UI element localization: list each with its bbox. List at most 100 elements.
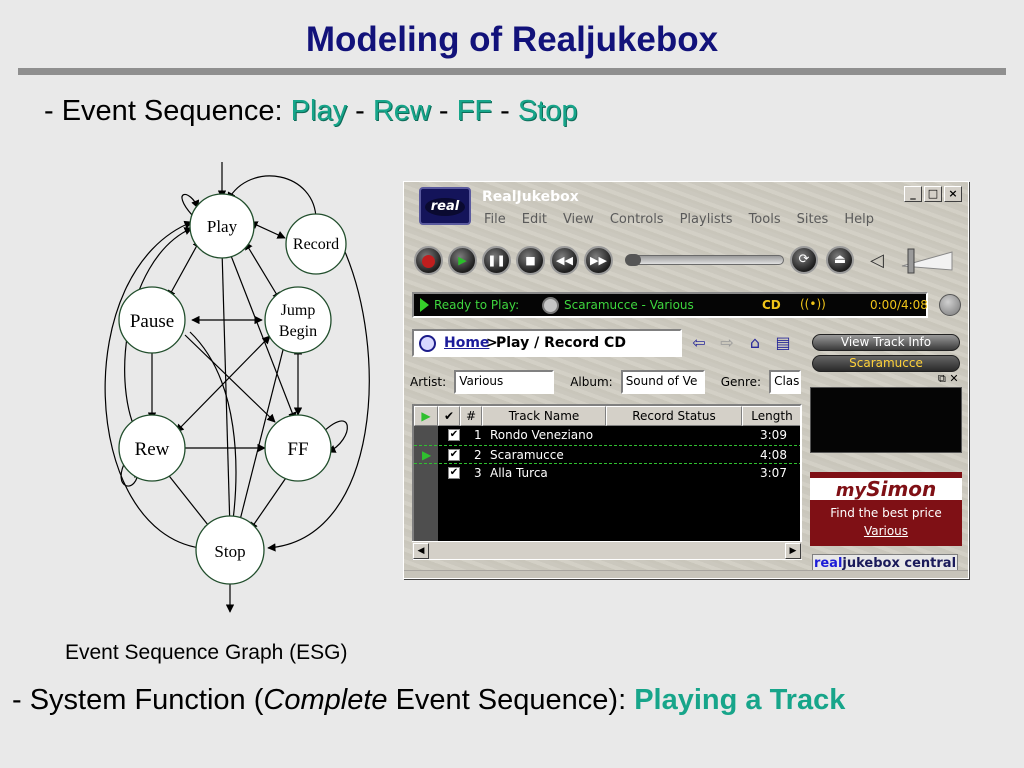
minimize-button[interactable]: _ bbox=[904, 186, 922, 202]
panel-window-controls[interactable]: ⧉ ✕ bbox=[938, 372, 959, 386]
event-separator: - bbox=[347, 95, 373, 127]
scroll-left-icon[interactable]: ◀ bbox=[413, 543, 429, 559]
list-view-icon[interactable]: ▤ bbox=[772, 332, 794, 354]
window-title: RealJukebox bbox=[482, 189, 579, 205]
edge-rew-stop bbox=[165, 471, 213, 531]
table-row[interactable]: ▶ ✔ 2 Scaramucce 4:08 bbox=[414, 445, 800, 464]
node-record-label: Record bbox=[293, 236, 339, 253]
menu-tools[interactable]: Tools bbox=[749, 212, 781, 227]
node-pause-label: Pause bbox=[130, 311, 174, 332]
track-name: Scaramucce bbox=[490, 448, 564, 462]
menu-file[interactable]: File bbox=[484, 212, 506, 227]
back-arrow-icon[interactable]: ⇦ bbox=[688, 332, 710, 354]
mysimon-ad[interactable]: mySimon Find the best price Various bbox=[810, 472, 962, 546]
node-stop-label: Stop bbox=[214, 542, 245, 561]
forward-arrow-icon[interactable]: ⇨ bbox=[716, 332, 738, 354]
eject-disc-button[interactable]: ⏏ bbox=[826, 246, 854, 274]
track-length: 3:09 bbox=[760, 428, 787, 442]
column-header-record-status[interactable]: Record Status bbox=[606, 406, 742, 426]
stop-icon: ■ bbox=[525, 254, 536, 267]
track-name: Alla Turca bbox=[490, 466, 548, 480]
rewind-button[interactable]: ◀◀ bbox=[550, 246, 579, 275]
play-button[interactable]: ▶ bbox=[448, 246, 477, 275]
view-track-info-button[interactable]: View Track Info bbox=[812, 334, 960, 351]
album-fields: Artist: Various Album: Sound of Ve Genre… bbox=[410, 370, 802, 394]
volume-knob[interactable] bbox=[907, 248, 915, 274]
real-logo: real bbox=[419, 187, 471, 225]
record-icon bbox=[422, 254, 435, 268]
menu-controls[interactable]: Controls bbox=[610, 212, 664, 227]
eject-round-button[interactable] bbox=[939, 294, 961, 316]
table-row[interactable]: ✔ 3 Alla Turca 3:07 bbox=[414, 464, 800, 483]
rewind-icon: ◀◀ bbox=[556, 254, 573, 267]
shuffle-button[interactable]: ⟳ bbox=[790, 246, 818, 274]
artist-label: Artist: bbox=[410, 375, 447, 389]
column-header-length[interactable]: Length bbox=[742, 406, 800, 426]
cd-icon bbox=[542, 297, 559, 314]
ad-link[interactable]: Various bbox=[810, 524, 962, 538]
node-ff-label: FF bbox=[287, 439, 308, 460]
column-header-number[interactable]: # bbox=[460, 406, 482, 426]
home-nav-icon[interactable]: ⌂ bbox=[744, 332, 766, 354]
track-number: 3 bbox=[474, 466, 482, 480]
event-play: Play bbox=[290, 95, 348, 127]
column-header-track-name[interactable]: Track Name bbox=[482, 406, 606, 426]
edge-play-jump bbox=[244, 241, 281, 301]
track-checkbox[interactable]: ✔ bbox=[448, 429, 460, 441]
scroll-right-icon[interactable]: ▶ bbox=[785, 543, 801, 559]
seek-knob[interactable] bbox=[625, 254, 641, 266]
node-jump-label-1: Jump bbox=[281, 302, 316, 319]
node-jump-label-2: Begin bbox=[279, 323, 317, 340]
album-field[interactable]: Sound of Ve bbox=[620, 370, 705, 394]
track-checkbox[interactable]: ✔ bbox=[448, 467, 460, 479]
menu-view[interactable]: View bbox=[563, 212, 594, 227]
track-name: Rondo Veneziano bbox=[490, 428, 594, 442]
album-label: Album: bbox=[570, 375, 613, 389]
repeat-icon: ⟳ bbox=[798, 252, 810, 267]
menu-help[interactable]: Help bbox=[844, 212, 874, 227]
current-track-button[interactable]: Scaramucce bbox=[812, 355, 960, 372]
transport-controls: ▶ ❚❚ ■ ◀◀ ▶▶ bbox=[414, 246, 613, 275]
status-text: Ready to Play: bbox=[434, 298, 520, 312]
home-link[interactable]: Home bbox=[444, 335, 489, 351]
node-rew-label: Rew bbox=[135, 439, 170, 460]
genre-field[interactable]: Clas bbox=[769, 370, 802, 394]
menu-sites[interactable]: Sites bbox=[797, 212, 829, 227]
record-button[interactable] bbox=[414, 246, 443, 275]
pause-button[interactable]: ❚❚ bbox=[482, 246, 511, 275]
menu-bar: File Edit View Controls Playlists Tools … bbox=[484, 212, 874, 227]
event-sequence-line: - Event Sequence: Play - Rew - FF - Stop bbox=[44, 95, 578, 128]
event-sequence-graph: Play Record Pause Jump Begin Rew FF Stop bbox=[104, 162, 370, 613]
window-controls: _ □ × bbox=[904, 186, 962, 202]
menu-playlists[interactable]: Playlists bbox=[680, 212, 733, 227]
edge-jump-rew bbox=[175, 335, 271, 433]
menu-edit[interactable]: Edit bbox=[522, 212, 547, 227]
seek-slider[interactable] bbox=[625, 254, 784, 266]
artist-field[interactable]: Various bbox=[454, 370, 555, 394]
close-button[interactable]: × bbox=[944, 186, 962, 202]
pause-icon: ❚❚ bbox=[487, 254, 506, 267]
title-divider bbox=[18, 68, 1006, 75]
event-separator: - bbox=[430, 95, 457, 127]
system-function-name: Playing a Track bbox=[634, 684, 846, 716]
fast-forward-button[interactable]: ▶▶ bbox=[584, 246, 613, 275]
status-source: CD bbox=[762, 298, 781, 312]
slide-title: Modeling of Realjukebox bbox=[305, 20, 719, 59]
play-column-header-icon[interactable]: ▶ bbox=[414, 406, 438, 426]
table-row[interactable]: ✔ 1 Rondo Veneziano 3:09 bbox=[414, 426, 800, 445]
stop-button[interactable]: ■ bbox=[516, 246, 545, 275]
maximize-button[interactable]: □ bbox=[924, 186, 942, 202]
system-function-middle: Event Sequence): bbox=[387, 684, 635, 716]
horizontal-scrollbar[interactable]: ◀ ▶ bbox=[412, 541, 802, 559]
track-checkbox[interactable]: ✔ bbox=[448, 449, 460, 461]
breadcrumb-page: Play / Record CD bbox=[496, 335, 626, 351]
cd-nav-icon bbox=[419, 335, 436, 352]
visualization-panel bbox=[810, 387, 962, 453]
volume-slider[interactable] bbox=[896, 248, 954, 274]
event-separator: - bbox=[492, 95, 518, 127]
status-time: 0:00/4:08 bbox=[870, 298, 928, 312]
eject-icon: ⏏ bbox=[833, 252, 847, 267]
esg-caption: Event Sequence Graph (ESG) bbox=[65, 641, 348, 664]
check-column-header-icon[interactable]: ✔ bbox=[438, 406, 460, 426]
radio-icon: ((•)) bbox=[800, 297, 826, 311]
